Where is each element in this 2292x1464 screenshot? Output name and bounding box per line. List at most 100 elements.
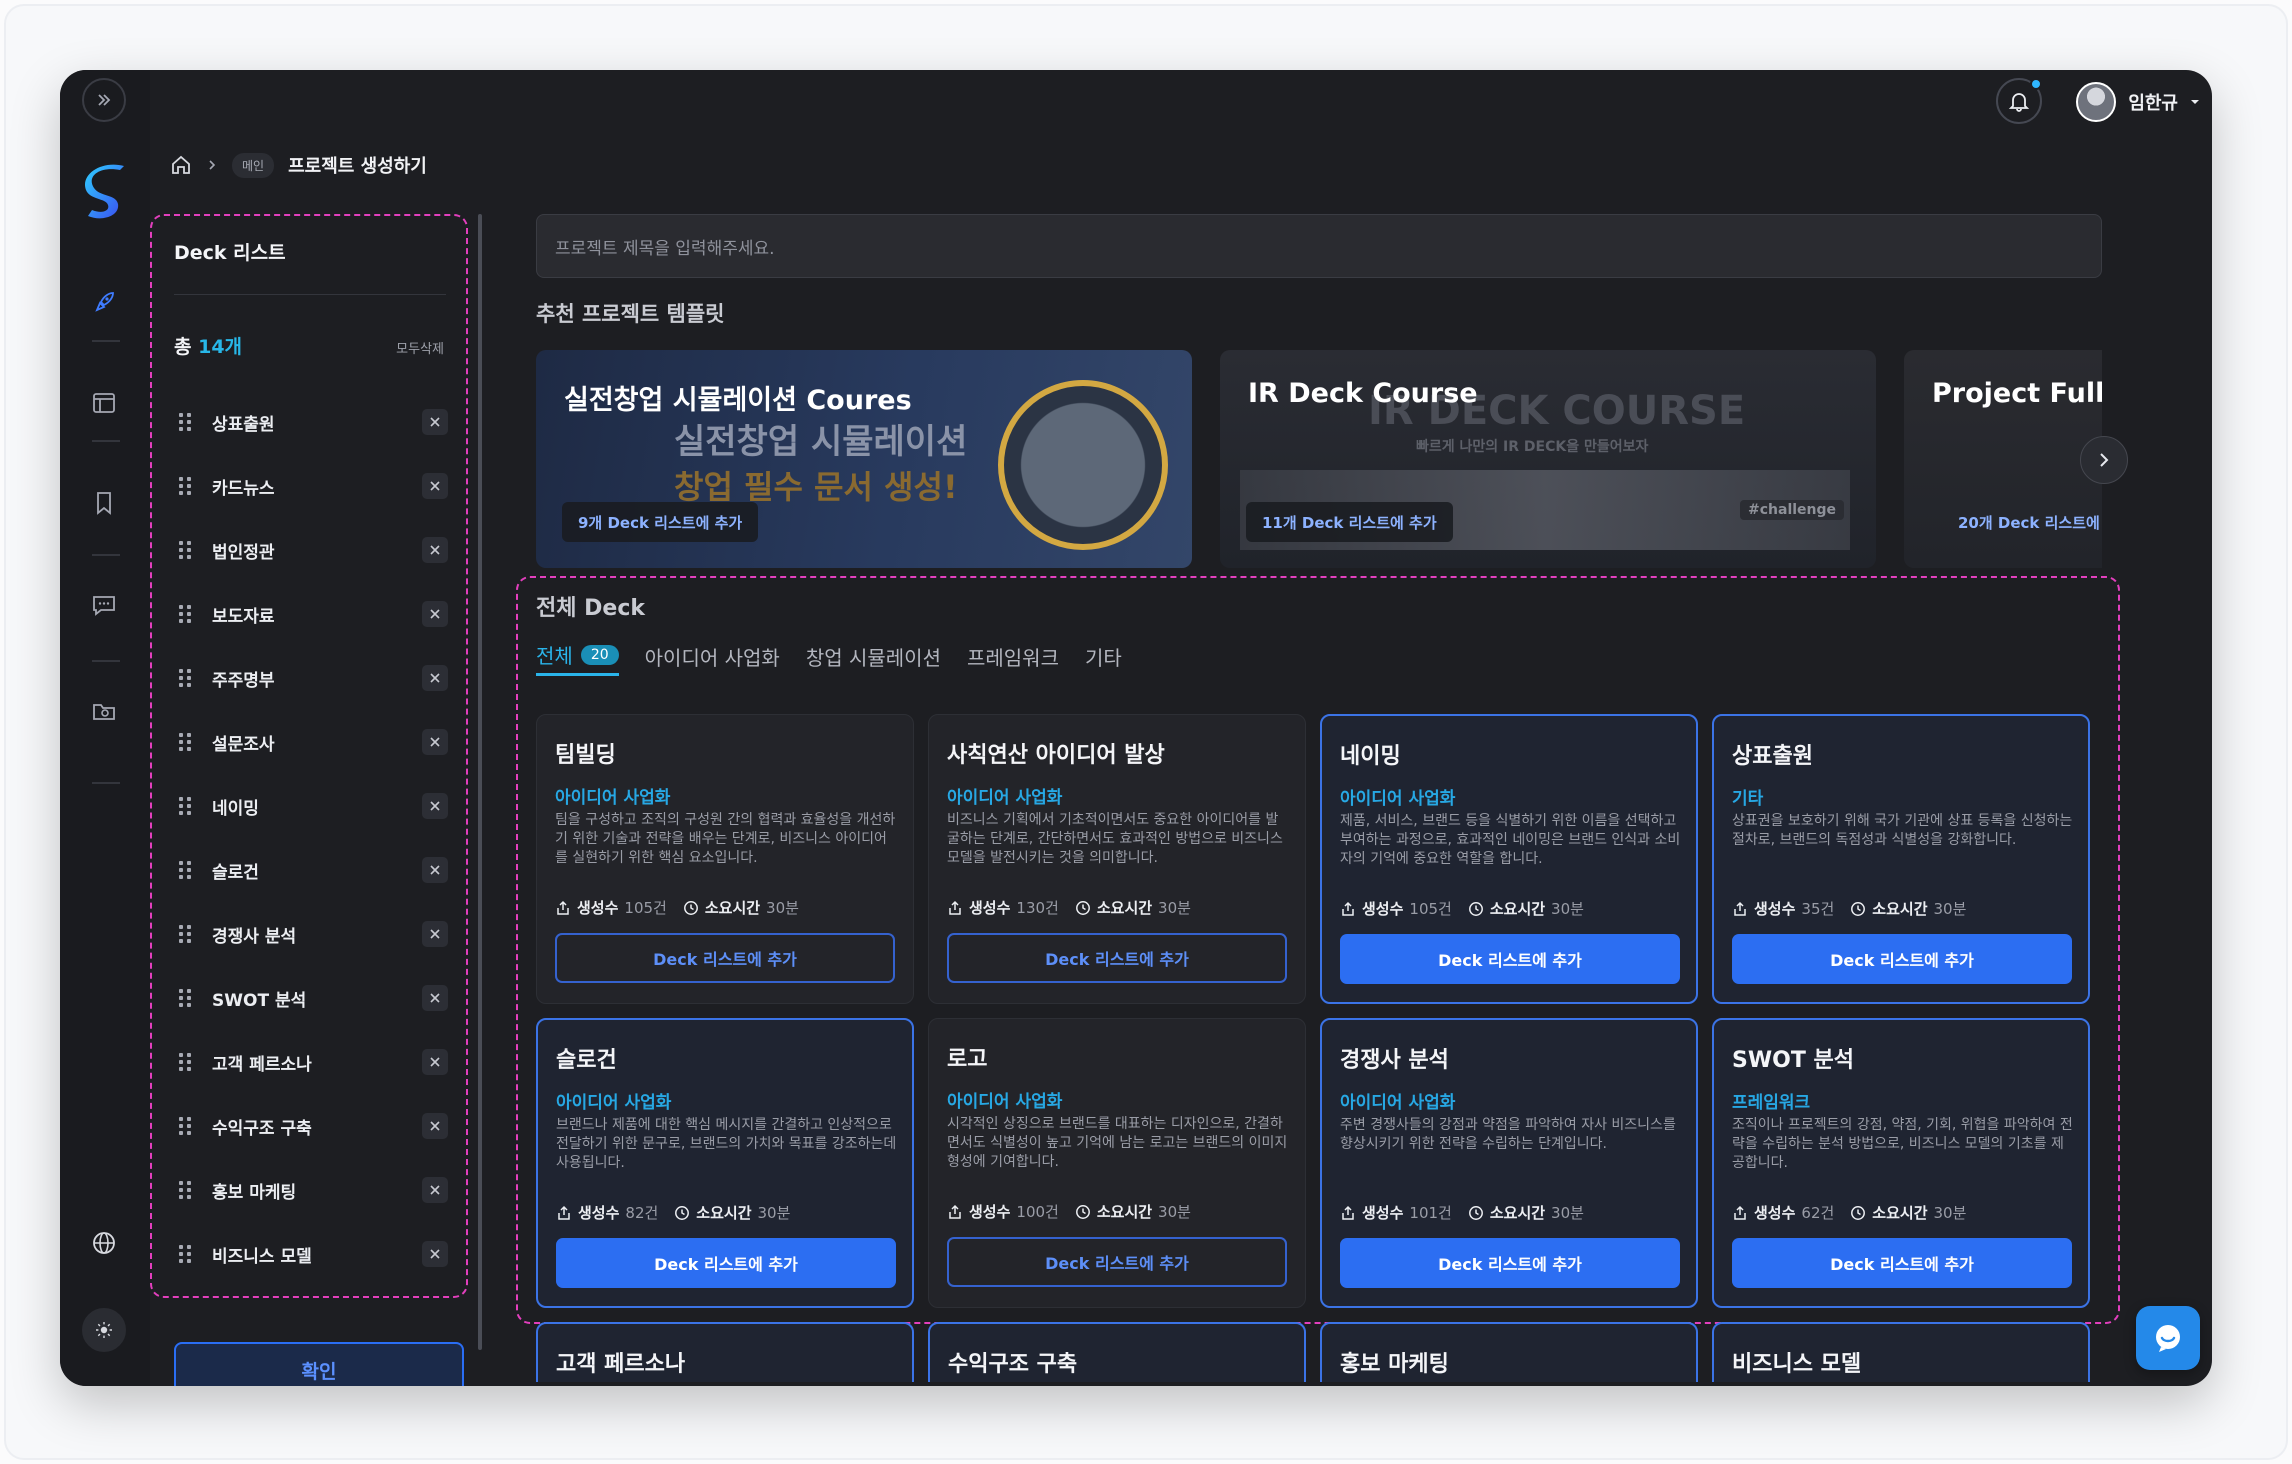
remove-item-button[interactable] [422,729,448,755]
drag-handle-icon[interactable] [176,541,194,559]
deck-card[interactable]: 네이밍 아이디어 사업화 제품, 서비스, 브랜드 등을 식별하기 위한 이름을 선… [1320,714,1698,1004]
carousel-next-button[interactable] [2080,436,2128,484]
deck-card[interactable]: 상표출원 기타 상표권을 보호하기 위해 국가 기관에 상표 등록을 신청하는 절차… [1712,714,2090,1004]
add-to-deck-button[interactable]: Deck 리스트에 추가 [555,933,895,983]
drag-handle-icon[interactable] [176,733,194,751]
deck-list-item[interactable]: 고객 페르소나 [176,1030,448,1094]
project-title-input[interactable]: 프로젝트 제목을 입력해주세요. [536,214,2102,278]
drag-handle-icon[interactable] [176,669,194,687]
template-card-project-full[interactable]: Project Full De 20개 Deck 리스트에 추 [1904,350,2102,568]
globe-icon[interactable] [87,1226,121,1260]
clear-all-button[interactable]: 모두삭제 [396,338,444,357]
deck-list-item[interactable]: 상표출원 [176,390,448,454]
add-to-deck-button[interactable]: Deck 리스트에 추가 [1340,934,1680,984]
tab-4[interactable]: 기타 [1085,636,1122,676]
time-value: 30분 [1158,899,1191,917]
remove-item-button[interactable] [422,985,448,1011]
template-add-label[interactable]: 11개 Deck 리스트에 추가 [1246,502,1453,542]
add-to-deck-button[interactable]: Deck 리스트에 추가 [556,1238,896,1288]
deck-list-item[interactable]: SWOT 분석 [176,966,448,1030]
remove-item-button[interactable] [422,1113,448,1139]
deck-list-item[interactable]: 법인정관 [176,518,448,582]
drag-handle-icon[interactable] [176,605,194,623]
folder-icon[interactable] [87,694,121,728]
remove-item-button[interactable] [422,1177,448,1203]
template-add-label[interactable]: 20개 Deck 리스트에 추 [1930,502,2102,542]
drag-handle-icon[interactable] [176,925,194,943]
bookmark-icon[interactable] [87,486,121,520]
deck-card[interactable]: 팀빌딩 아이디어 사업화 팀을 구성하고 조직의 구성원 간의 협력과 효율성을 개… [536,714,914,1004]
deck-list-item[interactable]: 보도자료 [176,582,448,646]
deck-list-scrollbar[interactable] [478,214,482,1350]
remove-item-button[interactable] [422,1241,448,1267]
deck-list-item[interactable]: 경쟁사 분석 [176,902,448,966]
notification-button[interactable] [1996,78,2042,124]
template-card-startup-sim[interactable]: 실전창업 시뮬레이션 창업 필수 문서 생성! 실전창업 시뮬레이션 Coure… [536,350,1192,568]
user-menu[interactable]: 임한규 [2076,80,2200,124]
deck-card[interactable]: 슬로건 아이디어 사업화 브랜드나 제품에 대한 핵심 메시지를 간결하고 인상적으… [536,1018,914,1308]
add-to-deck-button[interactable]: Deck 리스트에 추가 [1732,1238,2072,1288]
chat-bubble-icon [2156,1325,2180,1352]
tab-1[interactable]: 아이디어 사업화 [645,636,780,676]
remove-item-button[interactable] [422,409,448,435]
deck-card[interactable]: 로고 아이디어 사업화 시각적인 상징으로 브랜드를 대표하는 디자인으로, 간결하… [928,1018,1306,1308]
breadcrumb-chip[interactable]: 메인 [232,152,275,178]
rocket-icon[interactable] [87,286,121,320]
deck-card[interactable]: 경쟁사 분석 아이디어 사업화 주변 경쟁사들의 강점과 약점을 파악하여 자사 비… [1320,1018,1698,1308]
remove-item-button[interactable] [422,1049,448,1075]
deck-card[interactable]: 비즈니스 모델 [1712,1322,2090,1382]
deck-list-item[interactable]: 설문조사 [176,710,448,774]
deck-list-item[interactable]: 주주명부 [176,646,448,710]
tab-0[interactable]: 전체 20 [536,636,619,676]
deck-card[interactable]: 사칙연산 아이디어 발상 아이디어 사업화 비즈니스 기획에서 기초적이면서도 중요… [928,714,1306,1004]
template-add-label[interactable]: 9개 Deck 리스트에 추가 [562,502,759,542]
deck-card-description: 팀을 구성하고 조직의 구성원 간의 협력과 효율성을 개선하기 위한 기술과 … [555,812,896,866]
template-section-title: 추천 프로젝트 템플릿 [536,302,725,326]
deck-card[interactable]: SWOT 분석 프레임워크 조직이나 프로젝트의 강점, 약점, 기회, 위협을 파… [1712,1018,2090,1308]
count-label: 생성수 [578,1204,620,1222]
tab-3[interactable]: 프레임워크 [967,636,1059,676]
confirm-button[interactable]: 확인 [174,1342,464,1386]
chat-support-button[interactable] [2136,1306,2200,1370]
drag-handle-icon[interactable] [176,1181,194,1199]
add-to-deck-button[interactable]: Deck 리스트에 추가 [947,1237,1287,1287]
deck-card[interactable]: 수익구조 구축 [928,1322,1306,1382]
remove-item-button[interactable] [422,665,448,691]
add-to-deck-button[interactable]: Deck 리스트에 추가 [1732,934,2072,984]
home-icon[interactable] [170,154,192,176]
remove-item-button[interactable] [422,921,448,947]
deck-list-item[interactable]: 슬로건 [176,838,448,902]
expand-rail-button[interactable] [82,78,126,122]
drag-handle-icon[interactable] [176,1245,194,1263]
breadcrumb: 메인 프로젝트 생성하기 [170,150,427,180]
deck-list-item[interactable]: 홍보 마케팅 [176,1158,448,1222]
drag-handle-icon[interactable] [176,1117,194,1135]
remove-item-button[interactable] [422,857,448,883]
remove-item-button[interactable] [422,537,448,563]
chat-icon[interactable] [87,588,121,622]
remove-item-button[interactable] [422,601,448,627]
template-card-ir-deck[interactable]: IR DECK COURSE 빠르게 나만의 IR DECK을 만들어보자 #c… [1220,350,1876,568]
drag-handle-icon[interactable] [176,477,194,495]
add-to-deck-button[interactable]: Deck 리스트에 추가 [1340,1238,1680,1288]
deck-list-item[interactable]: 수익구조 구축 [176,1094,448,1158]
count-label: 생성수 [969,1203,1011,1221]
drag-handle-icon[interactable] [176,797,194,815]
drag-handle-icon[interactable] [176,861,194,879]
tab-2[interactable]: 창업 시뮬레이션 [806,636,941,676]
drag-handle-icon[interactable] [176,989,194,1007]
deck-card-title: 사칙연산 아이디어 발상 [947,743,1165,768]
theme-toggle-button[interactable] [82,1308,126,1352]
remove-item-button[interactable] [422,793,448,819]
drag-handle-icon[interactable] [176,1053,194,1071]
remove-item-button[interactable] [422,473,448,499]
deck-list-item[interactable]: 네이밍 [176,774,448,838]
deck-list-item[interactable]: 비즈니스 모델 [176,1222,448,1286]
add-to-deck-button[interactable]: Deck 리스트에 추가 [947,933,1287,983]
deck-list-item[interactable]: 카드뉴스 [176,454,448,518]
drag-handle-icon[interactable] [176,413,194,431]
deck-list-item-label: 설문조사 [212,734,275,755]
deck-card[interactable]: 고객 페르소나 [536,1322,914,1382]
template-board-icon[interactable] [87,386,121,420]
deck-card[interactable]: 홍보 마케팅 [1320,1322,1698,1382]
